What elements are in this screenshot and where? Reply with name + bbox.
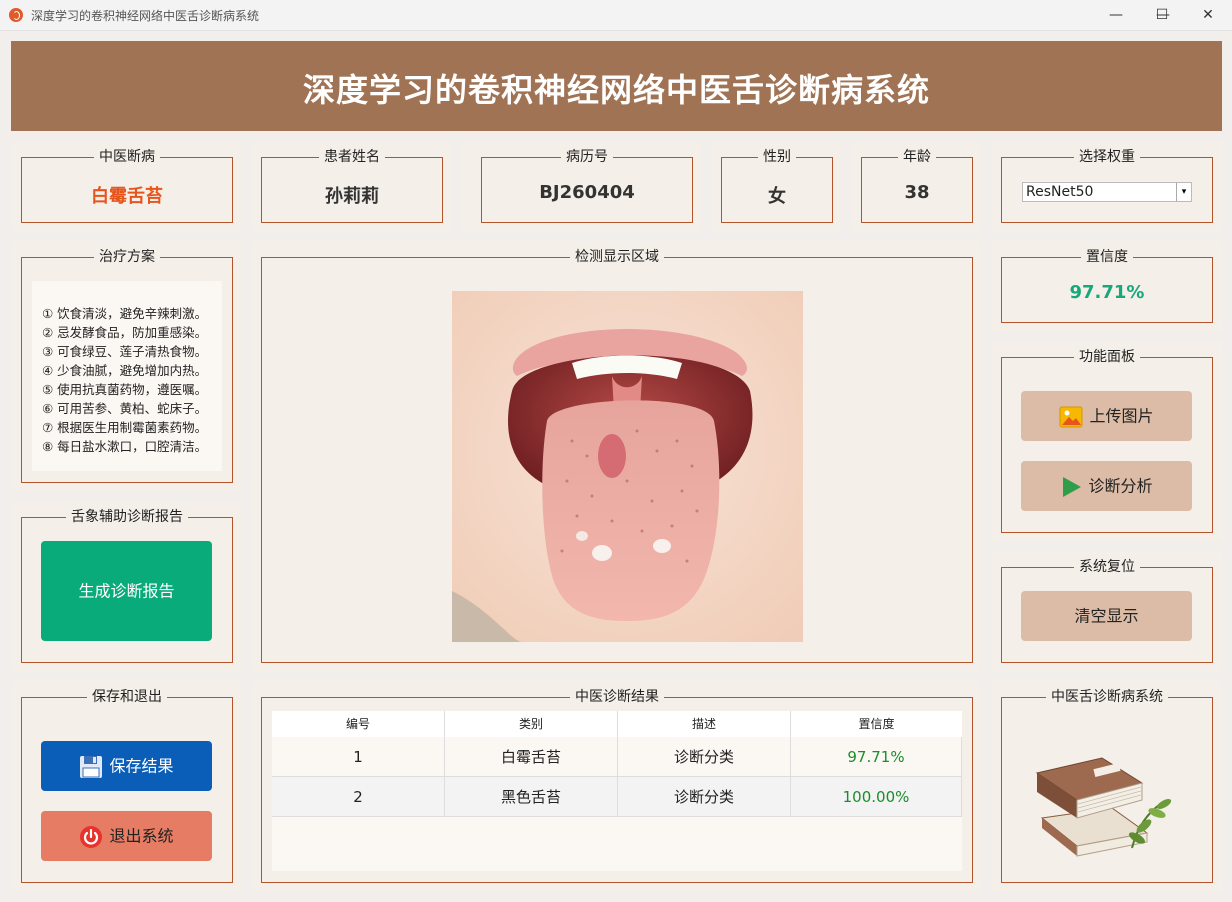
column-header-confidence[interactable]: 置信度 [791,711,962,737]
chevron-down-icon[interactable]: ▾ [1176,183,1191,201]
window-titlebar: 深度学习的卷积神经网络中医舌诊断病系统 — [0,0,1232,31]
clear-display-label: 清空显示 [1074,606,1139,626]
floppy-disk-icon [80,755,103,778]
minimize-button[interactable]: — [1093,0,1139,30]
upload-image-button[interactable]: 上传图片 [1021,391,1192,441]
table-cell: 97.71% [791,737,962,777]
table-cell: 黑色舌苔 [445,777,618,817]
diagnosis-label: 中医断病 [94,149,160,165]
clear-display-button[interactable]: 清空显示 [1021,591,1192,641]
age-panel: 年龄 38 [851,141,981,231]
results-panel: 中医诊断结果 编号 类别 描述 置信度 1 白霉舌苔 诊断分类 97.71% 2… [251,681,981,891]
generate-report-button[interactable]: 生成诊断报告 [41,541,212,641]
treatment-label: 治疗方案 [94,249,160,265]
gender-value: 女 [768,186,786,207]
gender-label: 性别 [758,149,796,165]
confidence-label: 置信度 [1081,249,1133,265]
column-header-id[interactable]: 编号 [272,711,445,737]
patient-name-panel: 患者姓名 孙莉莉 [251,141,451,231]
patient-name-label: 患者姓名 [319,149,385,165]
function-label: 功能面板 [1074,349,1140,365]
table-cell: 诊断分类 [618,737,791,777]
save-results-button[interactable]: 保存结果 [41,741,212,791]
age-value: 38 [904,182,930,203]
treatment-item: ⑦ 根据医生用制霉菌素药物。 [42,420,208,435]
weights-selected: ResNet50 [1026,184,1094,200]
results-label: 中医诊断结果 [570,689,664,705]
treatment-item: ③ 可食绿豆、莲子清热食物。 [42,344,208,359]
column-header-category[interactable]: 类别 [445,711,618,737]
treatment-panel: 治疗方案 ① 饮食清淡，避免辛辣刺激。 ② 忌发酵食品，防加重感染。 ③ 可食绿… [11,241,241,491]
table-cell: 1 [272,737,445,777]
table-cell: 白霉舌苔 [445,737,618,777]
record-no-panel: 病历号 BJ260404 [461,141,701,231]
results-table: 编号 类别 描述 置信度 1 白霉舌苔 诊断分类 97.71% 2 黑色舌苔 诊… [272,711,962,871]
exit-system-button[interactable]: 退出系统 [41,811,212,861]
brand-label: 中医舌诊断病系统 [1046,689,1168,705]
report-label: 舌象辅助诊断报告 [66,509,188,525]
gender-panel: 性别 女 [711,141,841,231]
power-icon [80,825,103,848]
tongue-image [452,291,803,642]
save-exit-label: 保存和退出 [87,689,167,705]
app-icon [9,8,23,22]
exit-system-label: 退出系统 [109,826,174,846]
detection-panel: 检测显示区域 [251,241,981,671]
treatment-item: ⑤ 使用抗真菌药物，遵医嘱。 [42,382,208,397]
treatment-item: ⑧ 每日盐水漱口，口腔清洁。 [42,439,208,454]
column-header-description[interactable]: 描述 [618,711,791,737]
generate-report-label: 生成诊断报告 [78,581,175,601]
record-no-label: 病历号 [561,149,613,165]
books-herb-icon [1035,757,1172,857]
report-panel: 舌象辅助诊断报告 生成诊断报告 [11,501,241,671]
save-results-label: 保存结果 [109,756,174,776]
window-title: 深度学习的卷积神经网络中医舌诊断病系统 [31,9,260,23]
age-label: 年龄 [898,149,936,165]
close-button[interactable]: ✕ [1185,0,1231,30]
treatment-item: ⑥ 可用苦参、黄柏、蛇床子。 [42,401,208,416]
detection-label: 检测显示区域 [570,249,664,265]
upload-image-label: 上传图片 [1089,406,1154,426]
weights-panel: 选择权重 ResNet50 ▾ [991,141,1222,231]
brand-panel: 中医舌诊断病系统 [991,681,1222,891]
treatment-list: ① 饮食清淡，避免辛辣刺激。 ② 忌发酵食品，防加重感染。 ③ 可食绿豆、莲子清… [32,281,222,471]
analyze-button[interactable]: 诊断分析 [1021,461,1192,511]
app-header: 深度学习的卷积神经网络中医舌诊断病系统 [11,41,1222,131]
function-panel: 功能面板 上传图片 诊断分析 [991,341,1222,541]
treatment-item: ① 饮食清淡，避免辛辣刺激。 [42,306,208,321]
diagnosis-value: 白霉舌苔 [91,186,163,207]
treatment-item: ② 忌发酵食品，防加重感染。 [42,325,208,340]
diagnosis-panel: 中医断病 白霉舌苔 [11,141,241,231]
weights-select[interactable]: ResNet50 ▾ [1022,182,1192,202]
reset-label: 系统复位 [1074,559,1140,575]
play-icon [1063,476,1082,497]
save-exit-panel: 保存和退出 保存结果 退出系统 [11,681,241,891]
app-title: 深度学习的卷积神经网络中医舌诊断病系统 [302,71,930,109]
table-cell: 2 [272,777,445,817]
treatment-item: ④ 少食油腻，避免增加内热。 [42,363,208,378]
patient-name-value: 孙莉莉 [325,186,379,207]
table-cell: 100.00% [791,777,962,817]
record-no-value: BJ260404 [539,182,635,203]
analyze-label: 诊断分析 [1088,476,1153,496]
weights-label: 选择权重 [1074,149,1140,165]
reset-panel: 系统复位 清空显示 [991,551,1222,671]
image-icon [1059,406,1083,427]
confidence-value: 97.71% [1069,282,1145,303]
confidence-panel: 置信度 97.71% [991,241,1222,331]
table-cell: 诊断分类 [618,777,791,817]
maximize-button[interactable]: ☐ [1139,0,1185,30]
